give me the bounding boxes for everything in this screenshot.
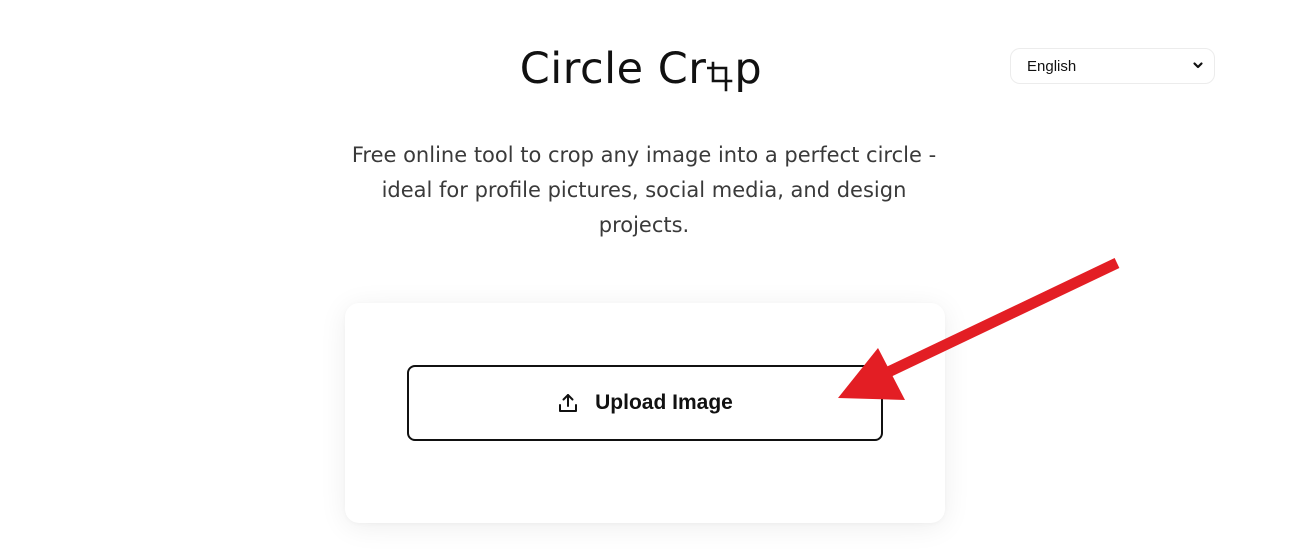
crop-icon xyxy=(707,59,733,93)
upload-card: Upload Image xyxy=(345,303,945,523)
language-select[interactable]: English xyxy=(1010,48,1215,84)
title-suffix: p xyxy=(734,44,763,94)
upload-icon xyxy=(557,392,579,414)
page: Circle Cr p English Free online tool to c… xyxy=(0,0,1304,555)
upload-image-label: Upload Image xyxy=(595,391,733,414)
header: Circle Cr p English xyxy=(0,0,1304,110)
chevron-down-icon xyxy=(1192,58,1204,75)
language-select-value: English xyxy=(1027,57,1077,75)
title-prefix: Circle Cr xyxy=(519,44,707,94)
page-description: Free online tool to crop any image into … xyxy=(351,143,937,237)
upload-image-button[interactable]: Upload Image xyxy=(407,365,883,441)
